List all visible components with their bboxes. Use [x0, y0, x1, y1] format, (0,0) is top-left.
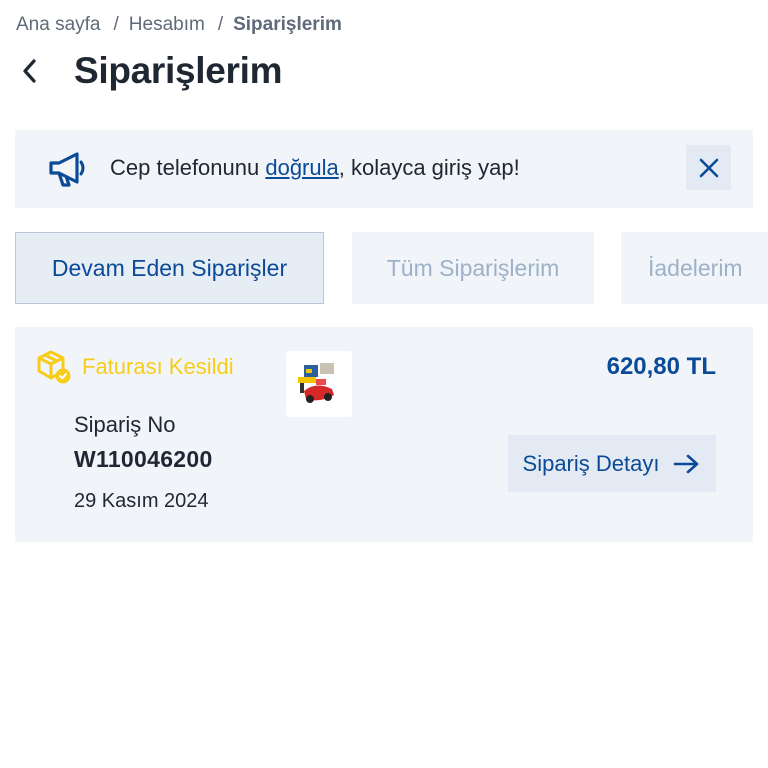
order-detail-button[interactable]: Sipariş Detayı	[508, 435, 716, 492]
banner-text-after: , kolayca giriş yap!	[338, 155, 520, 180]
banner-text-before: Cep telefonunu	[110, 155, 266, 180]
order-status: Faturası Kesildi	[36, 349, 234, 385]
page-header: Siparişlerim	[20, 46, 283, 96]
breadcrumb-account[interactable]: Hesabım	[129, 14, 205, 36]
order-card: Faturası Kesildi 620,80 TL Sipariş No W1…	[15, 327, 753, 542]
verify-link[interactable]: doğrula	[265, 155, 338, 180]
orders-page: Ana sayfa / Hesabım / Siparişlerim Sipar…	[0, 0, 768, 768]
order-number: W110046200	[74, 446, 213, 472]
breadcrumb-separator: /	[113, 14, 119, 35]
product-image	[298, 363, 334, 403]
order-detail-label: Sipariş Detayı	[522, 450, 660, 476]
tab-returns[interactable]: İadelerim	[621, 232, 768, 304]
arrow-right-wrapper	[673, 453, 701, 475]
product-thumbnail[interactable]	[286, 351, 352, 417]
tab-all-orders[interactable]: Tüm Siparişlerim	[352, 232, 594, 304]
breadcrumb-home[interactable]: Ana sayfa	[16, 14, 101, 36]
page-title: Siparişlerim	[74, 50, 283, 91]
package-check-icon	[37, 350, 71, 384]
tab-ongoing-orders[interactable]: Devam Eden Siparişler	[15, 232, 324, 304]
banner-message: Cep telefonunu doğrula, kolayca giriş ya…	[110, 155, 520, 181]
breadcrumb-current: Siparişlerim	[233, 14, 342, 35]
megaphone-icon	[49, 152, 85, 187]
back-button[interactable]	[20, 51, 54, 91]
order-date: 29 Kasım 2024	[74, 490, 209, 512]
close-icon	[699, 158, 718, 177]
chevron-left-icon	[23, 59, 36, 83]
order-status-text: Faturası Kesildi	[82, 354, 234, 379]
breadcrumb: Ana sayfa / Hesabım / Siparişlerim	[16, 14, 342, 36]
order-number-label: Sipariş No	[74, 412, 176, 437]
arrow-right-icon	[674, 454, 699, 473]
verify-phone-banner: Cep telefonunu doğrula, kolayca giriş ya…	[15, 130, 753, 208]
order-price: 620,80 TL	[606, 353, 716, 380]
banner-close-button[interactable]	[686, 145, 731, 190]
breadcrumb-separator: /	[217, 14, 224, 35]
